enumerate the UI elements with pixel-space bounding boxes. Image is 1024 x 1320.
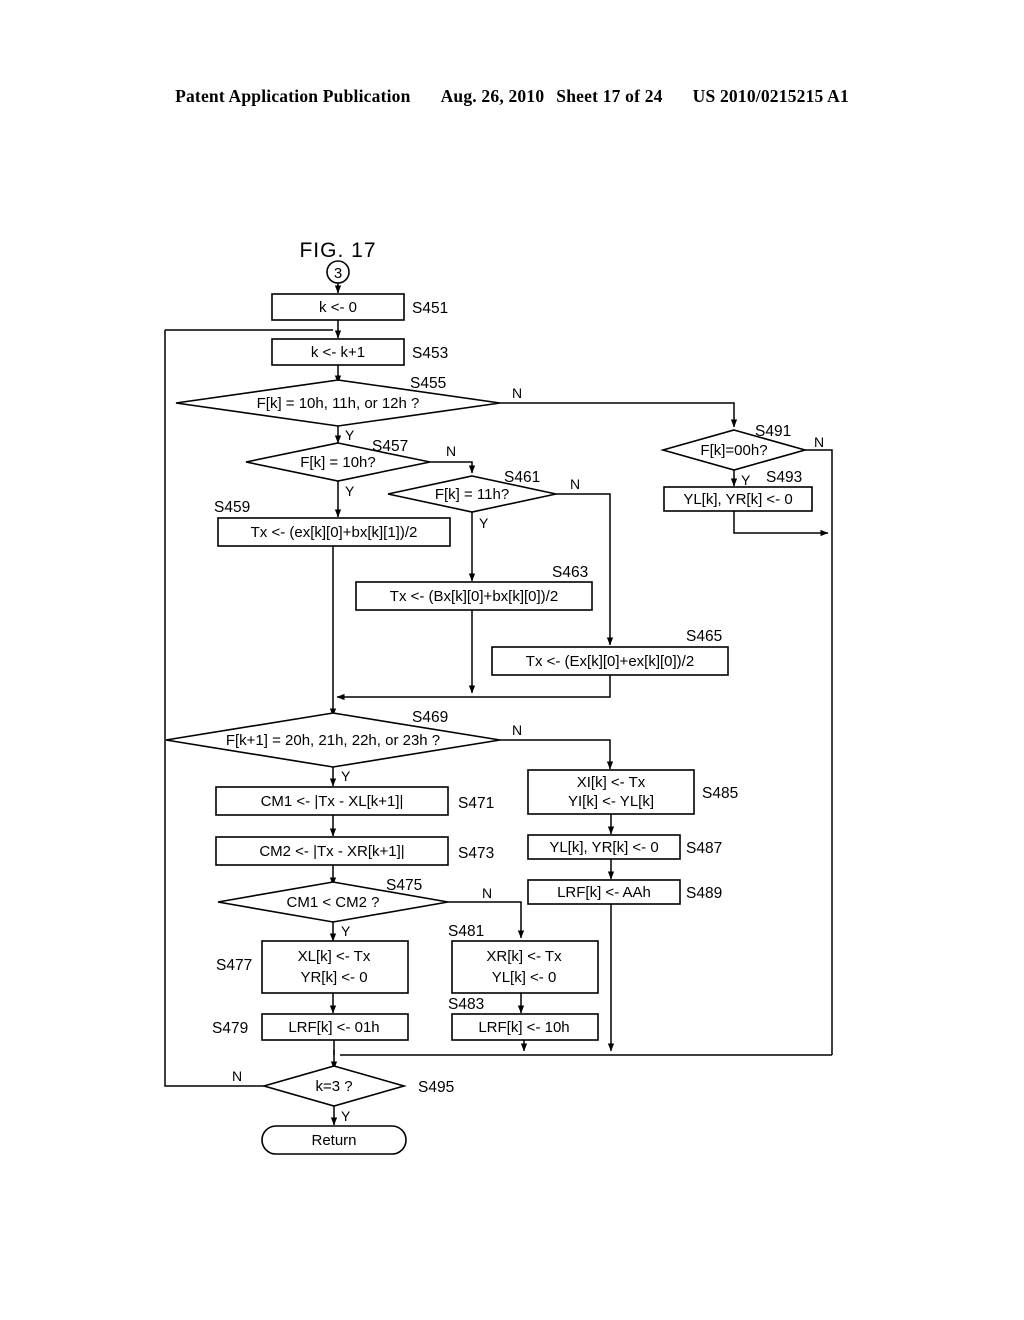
conn-s493-to-right-rail (733, 511, 829, 537)
branch-n-s469: N (512, 722, 522, 738)
step-label-s455: S455 (410, 375, 446, 392)
conn-s455-n-to-s491 (500, 402, 738, 428)
node-s459-text: Tx <- (ex[k][0]+bx[k][1])/2 (251, 524, 418, 541)
node-s463-text: Tx <- (Bx[k][0]+bx[k][0])/2 (390, 588, 558, 605)
conn-merge-rail-tx (336, 675, 611, 701)
step-label-s495: S495 (418, 1079, 454, 1096)
node-s469-text: F[k+1] = 20h, 21h, 22h, or 23h ? (226, 732, 440, 749)
node-s485-line2: YI[k] <- YL[k] (568, 793, 654, 810)
flowchart-diagram: FIG. 17 3 k <- 0 S451 k <- k+1 S453 F[k]… (164, 239, 833, 1155)
branch-y-s469: Y (341, 768, 351, 784)
branch-y-s475: Y (341, 923, 351, 939)
branch-y-s461: Y (479, 515, 489, 531)
step-label-s487: S487 (686, 840, 722, 857)
step-label-s475: S475 (386, 877, 422, 894)
step-label-s477: S477 (216, 957, 252, 974)
node-s481-line2: YL[k] <- 0 (492, 969, 557, 986)
branch-n-s491: N (814, 434, 824, 450)
node-s481-line1: XR[k] <- Tx (486, 948, 562, 965)
node-s465-text: Tx <- (Ex[k][0]+ex[k][0])/2 (526, 653, 694, 670)
node-s451-text: k <- 0 (319, 299, 357, 316)
conn-s491-n-to-right-rail (805, 449, 833, 1055)
conn-s457-n-to-s461 (430, 461, 476, 474)
step-label-s471: S471 (458, 795, 494, 812)
node-s491-text: F[k]=00h? (700, 442, 767, 459)
step-label-s483: S483 (448, 996, 484, 1013)
branch-y-s491: Y (741, 472, 751, 488)
step-label-s489: S489 (686, 885, 722, 902)
step-label-s461: S461 (504, 469, 540, 486)
node-s477-line1: XL[k] <- Tx (298, 948, 371, 965)
branch-n-s455: N (512, 385, 522, 401)
step-label-s479: S479 (212, 1020, 248, 1037)
step-label-s465: S465 (686, 628, 722, 645)
node-s473-text: CM2 <- |Tx - XR[k+1]| (259, 843, 404, 860)
step-label-s459: S459 (214, 499, 250, 516)
step-label-s453: S453 (412, 345, 448, 362)
node-s483-text: LRF[k] <- 10h (478, 1019, 569, 1036)
step-label-s457: S457 (372, 438, 408, 455)
step-label-s473: S473 (458, 845, 494, 862)
branch-n-s457: N (446, 443, 456, 459)
step-label-s493: S493 (766, 469, 802, 486)
node-s453-text: k <- k+1 (311, 344, 365, 361)
node-s489-text: LRF[k] <- AAh (557, 884, 651, 901)
node-s455-text: F[k] = 10h, 11h, or 12h ? (257, 395, 420, 412)
step-label-s451: S451 (412, 300, 448, 317)
node-s479-text: LRF[k] <- 01h (288, 1019, 379, 1036)
node-s475-text: CM1 < CM2 ? (287, 894, 380, 911)
patent-drawing-page: Patent Application Publication Aug. 26, 2… (0, 0, 1024, 1320)
conn-s469-n-to-s485 (500, 739, 614, 770)
branch-n-s475: N (482, 885, 492, 901)
step-label-s469: S469 (412, 709, 448, 726)
step-label-s481: S481 (448, 923, 484, 940)
node-s471-text: CM1 <- |Tx - XL[k+1]| (261, 793, 404, 810)
branch-n-s461: N (570, 476, 580, 492)
branch-n-s495: N (232, 1068, 242, 1084)
node-return-text: Return (311, 1132, 356, 1149)
node-s485-line1: XI[k] <- Tx (577, 774, 646, 791)
branch-y-s495: Y (341, 1108, 351, 1124)
entry-connector-label: 3 (334, 265, 342, 282)
node-s457-text: F[k] = 10h? (300, 454, 375, 471)
node-s461-text: F[k] = 11h? (435, 486, 509, 503)
branch-y-s455: Y (345, 427, 355, 443)
branch-y-s457: Y (345, 483, 355, 499)
step-label-s485: S485 (702, 785, 738, 802)
step-label-s463: S463 (552, 564, 588, 581)
step-label-s491: S491 (755, 423, 791, 440)
node-s487-text: YL[k], YR[k] <- 0 (549, 839, 658, 856)
node-s477-line2: YR[k] <- 0 (300, 969, 367, 986)
node-s495-text: k=3 ? (315, 1078, 352, 1095)
figure-title: FIG. 17 (299, 239, 376, 262)
node-s493-text: YL[k], YR[k] <- 0 (683, 491, 792, 508)
